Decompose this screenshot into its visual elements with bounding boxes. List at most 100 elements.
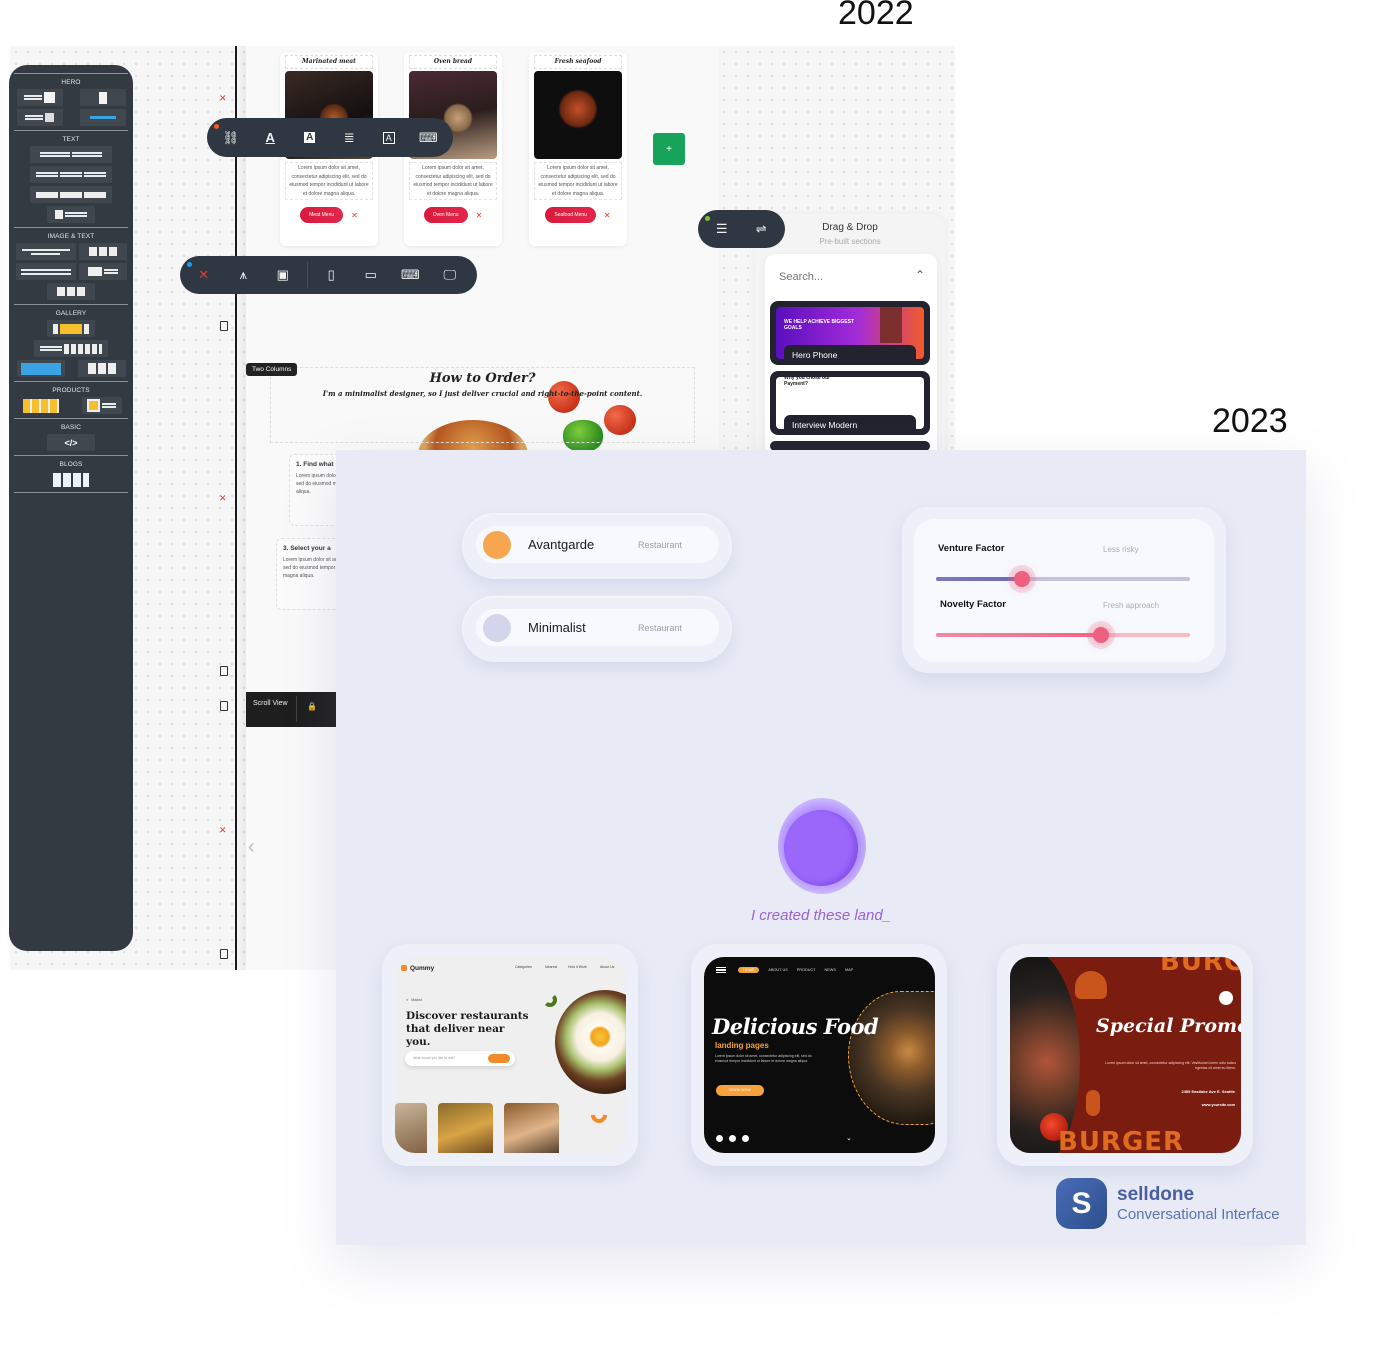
landing-preview[interactable]: HOME ABOUT US PRODUCT NEWS MAP Delicious… xyxy=(691,944,947,1166)
delete-icon[interactable]: ✕ xyxy=(476,211,483,220)
clipboard-icon[interactable] xyxy=(220,666,228,676)
text-background-icon[interactable]: A xyxy=(290,132,330,143)
image-text-template-thumb[interactable] xyxy=(15,263,76,280)
gallery-template-thumb[interactable] xyxy=(47,320,95,337)
twitter-icon xyxy=(742,1135,749,1142)
menu-button[interactable]: Seafood Menu xyxy=(545,207,596,223)
factor-hint: Fresh approach xyxy=(1103,601,1160,610)
code-block-thumb[interactable]: </> xyxy=(47,434,95,451)
delete-icon[interactable]: ✕ xyxy=(604,211,611,220)
section-toolbar: ✕ ⩚ ▣ ▯ ▭ ⌨ 🖵 xyxy=(180,256,477,294)
preview-nav-item: ABOUT US xyxy=(768,968,788,972)
link-icon[interactable]: ⛓ xyxy=(211,130,251,146)
copy-icon[interactable] xyxy=(220,701,228,711)
mobile-icon[interactable]: ▯ xyxy=(312,267,352,283)
slider-knob[interactable] xyxy=(1093,627,1110,643)
blogs-template-thumb[interactable] xyxy=(51,471,91,488)
template-label: Hero Phone xyxy=(784,345,916,365)
preview-website: www.yoursite.com xyxy=(1201,1103,1235,1107)
hero-template-thumb[interactable] xyxy=(79,109,126,126)
venture-factor-slider[interactable] xyxy=(936,571,1190,587)
sidebar-section-text: TEXT xyxy=(14,130,128,227)
section-search-input[interactable] xyxy=(779,271,899,283)
preview-nav-item: MAP xyxy=(844,968,854,972)
gallery-template-thumb[interactable] xyxy=(16,360,65,377)
chevron-down-icon: ⌄ xyxy=(846,1135,852,1142)
voice-record-button[interactable] xyxy=(784,810,858,886)
image-icon[interactable]: ▣ xyxy=(263,267,303,283)
brand-name: selldone xyxy=(1117,1184,1195,1205)
menu-button[interactable]: Meat Menu xyxy=(300,207,344,223)
preview-address: 2459 Eastlake Ave E. Seattle xyxy=(1181,1089,1235,1094)
text-box-icon[interactable]: A xyxy=(369,131,409,144)
image-text-template-thumb[interactable] xyxy=(78,243,127,260)
image-text-template-thumb[interactable] xyxy=(47,283,95,300)
remove-section-icon[interactable]: ✕ xyxy=(219,93,227,104)
landing-preview[interactable]: Qummy Categories Nearest How it Work Abo… xyxy=(382,944,638,1166)
chevron-left-icon[interactable]: ‹ xyxy=(248,836,255,859)
style-color-swatch xyxy=(483,613,511,642)
hero-template-thumb[interactable] xyxy=(16,109,63,126)
assistant-typing-text: I created these land_ xyxy=(750,907,892,924)
text-template-thumb[interactable] xyxy=(30,186,112,203)
text-template-thumb[interactable] xyxy=(30,146,112,163)
close-icon[interactable]: ✕ xyxy=(184,267,224,283)
two-columns-tag[interactable]: Two Columns xyxy=(246,363,298,376)
gallery-template-thumb[interactable] xyxy=(77,360,126,377)
remove-section-icon[interactable]: ✕ xyxy=(219,825,227,836)
style-category: Restaurant xyxy=(638,622,683,633)
collapse-icon[interactable]: ⇌ xyxy=(742,221,782,237)
menu-icon xyxy=(716,967,726,973)
hero-template-thumb[interactable] xyxy=(79,89,126,106)
burger-bar-badge xyxy=(1219,991,1233,1005)
text-template-thumb[interactable] xyxy=(30,166,112,183)
image-text-template-thumb[interactable] xyxy=(78,263,127,280)
slider-knob[interactable] xyxy=(1014,571,1031,587)
text-template-thumb[interactable] xyxy=(47,206,95,223)
hero-template-thumb[interactable] xyxy=(16,89,63,106)
food-card: Fresh seafood Lorem ipsum dolor sit amet… xyxy=(529,52,627,246)
text-format-toolbar: ⛓ A A ≣ A ⌨ xyxy=(207,118,453,157)
add-section-button[interactable]: + xyxy=(653,133,685,165)
brand-tagline: Conversational Interface xyxy=(1117,1206,1280,1223)
preview-nav-item: NEWS xyxy=(824,968,836,972)
sidebar-section-basic: BASIC </> xyxy=(14,418,128,455)
how-to-order-subtitle: I'm a minimalist designer, so I just del… xyxy=(322,389,643,398)
section-template-item[interactable]: WE HELP ACHIEVE BIGGEST GOALS Hero Phone xyxy=(770,301,930,365)
chevron-up-icon[interactable]: ⌃ xyxy=(915,268,925,282)
image-text-template-thumb[interactable] xyxy=(15,243,76,260)
landing-preview[interactable]: BURG Special Promo Lorem ipsum dolor sit… xyxy=(997,944,1253,1166)
how-to-order-block: How to Order? I'm a minimalist designer,… xyxy=(270,367,695,443)
status-dot xyxy=(187,262,192,267)
products-template-thumb[interactable] xyxy=(81,397,122,414)
preview-search-placeholder: what would you like to eat? xyxy=(413,1056,456,1060)
copy-icon[interactable] xyxy=(220,321,228,331)
text-color-icon[interactable]: A xyxy=(251,130,291,145)
clipboard-icon[interactable] xyxy=(220,949,228,959)
menu-icon[interactable]: ☰ xyxy=(702,221,742,237)
tablet-icon[interactable]: ▭ xyxy=(351,267,391,283)
novelty-factor-slider[interactable] xyxy=(936,627,1190,643)
lock-icon[interactable]: 🔒 xyxy=(307,702,317,711)
template-label: Interview Modern xyxy=(784,415,916,435)
canvas-edge xyxy=(235,46,237,970)
desktop-icon[interactable]: 🖵 xyxy=(430,267,470,283)
panel-toolbar: ☰ ⇌ xyxy=(698,210,785,248)
remove-section-icon[interactable]: ✕ xyxy=(219,493,227,504)
scroll-view-label[interactable]: Scroll View xyxy=(253,700,288,707)
burger-icon xyxy=(1075,971,1107,999)
sidebar-section-gallery: GALLERY xyxy=(14,304,128,381)
align-icon[interactable]: ≣ xyxy=(330,130,370,146)
delete-icon[interactable]: ✕ xyxy=(351,211,358,220)
products-template-thumb[interactable] xyxy=(21,397,61,414)
keyboard-icon[interactable]: ⌨ xyxy=(409,130,449,146)
laptop-icon[interactable]: ⌨ xyxy=(391,267,431,283)
style-option[interactable]: Avantgarde Restaurant xyxy=(462,513,732,579)
compass-icon[interactable]: ⩚ xyxy=(224,267,264,283)
style-color-swatch xyxy=(483,530,511,559)
section-template-item[interactable]: Why you chose our Payment? Interview Mod… xyxy=(770,371,930,435)
gallery-template-thumb[interactable] xyxy=(34,340,108,357)
style-option[interactable]: Minimalist Restaurant xyxy=(462,596,732,662)
status-dot xyxy=(705,216,710,221)
menu-button[interactable]: Oven Menu xyxy=(423,207,468,223)
